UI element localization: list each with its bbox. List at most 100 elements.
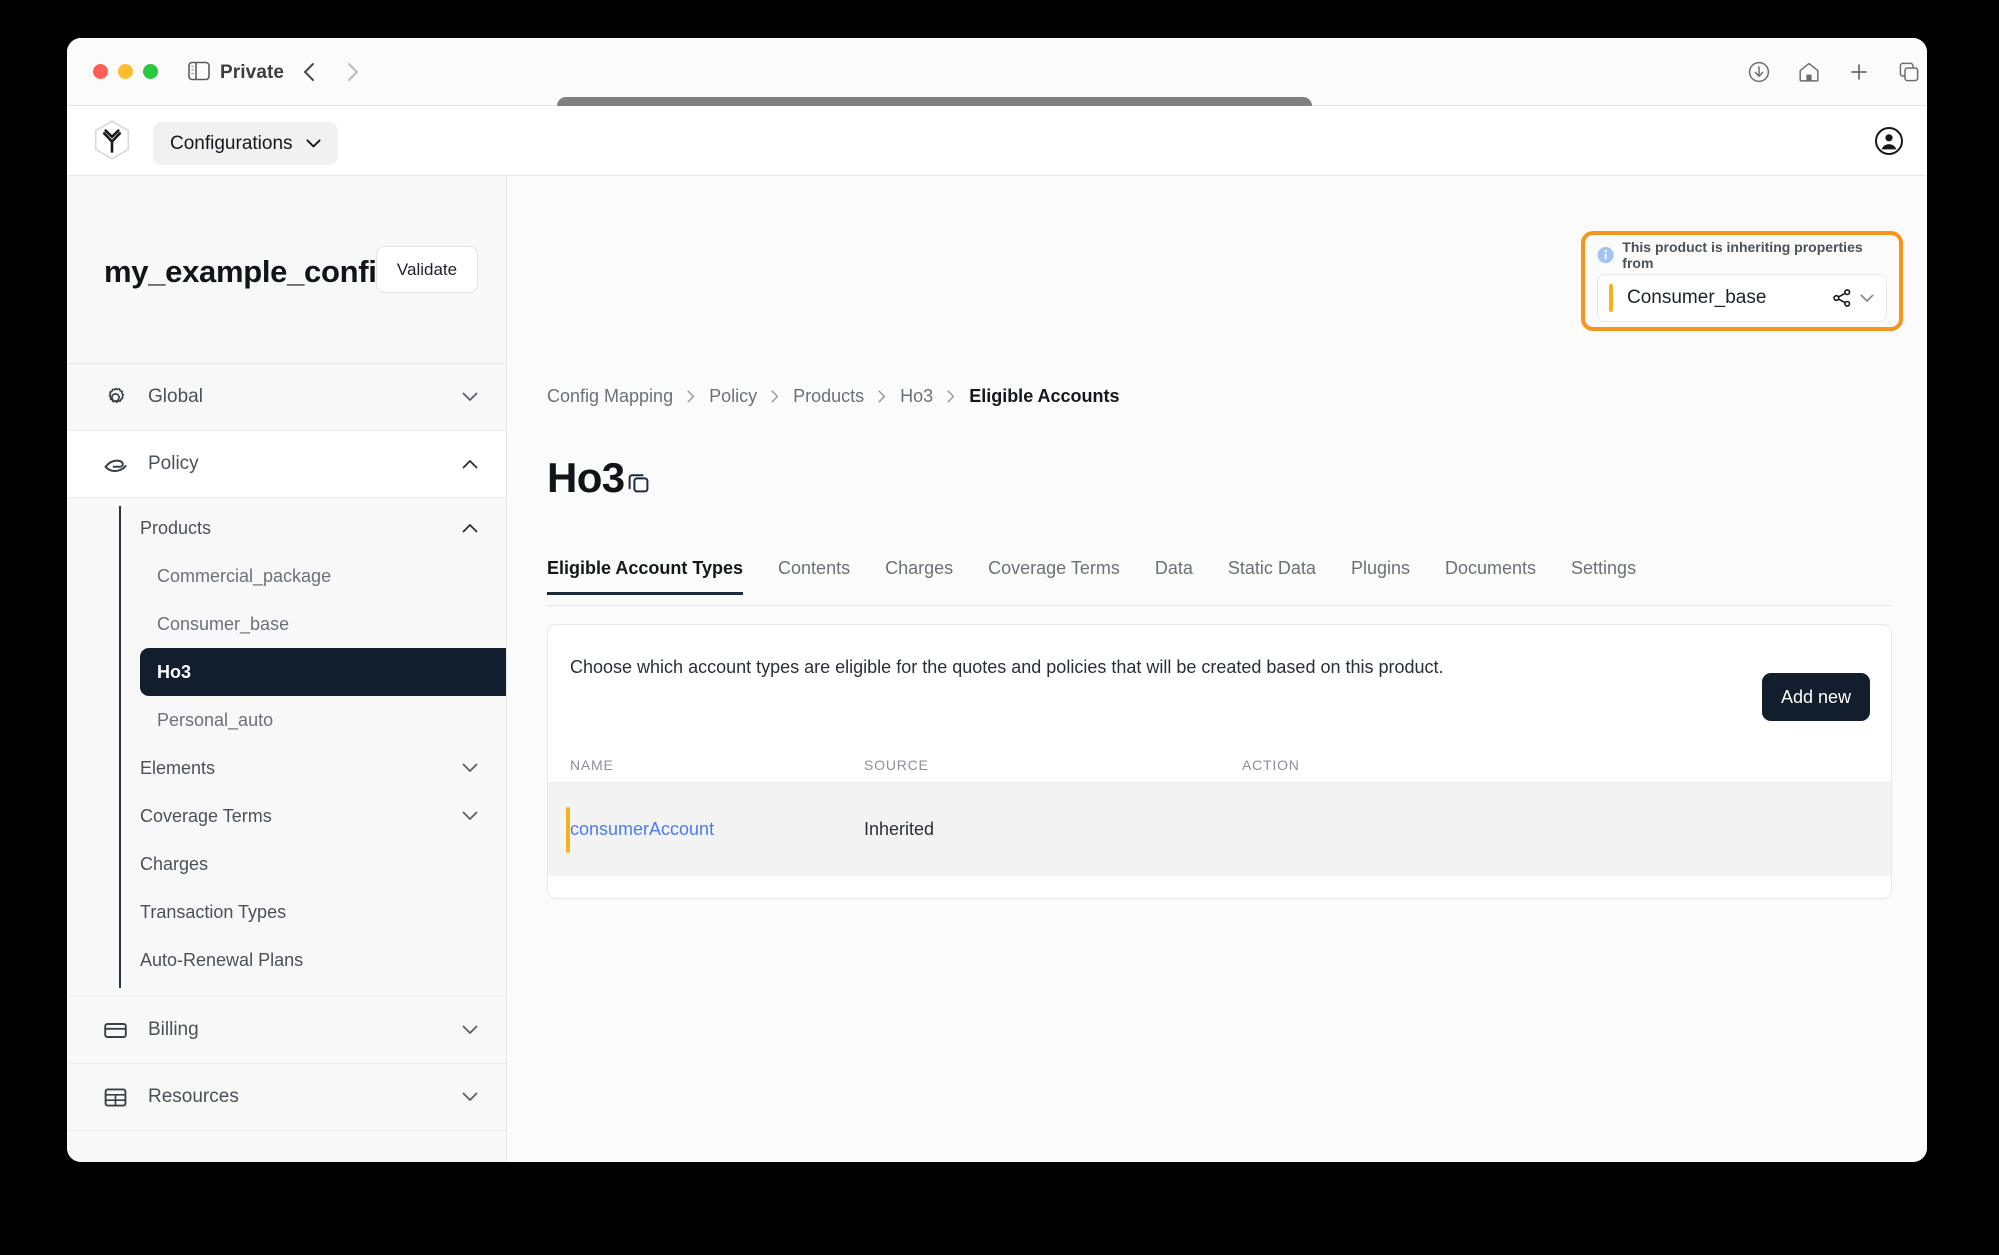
tab-contents[interactable]: Contents: [778, 558, 850, 595]
configurations-dropdown-button[interactable]: Configurations: [153, 122, 338, 165]
hand-policy-icon: [104, 459, 127, 472]
socotra-logo-icon[interactable]: [89, 118, 135, 164]
sidebar-item-coverage-terms[interactable]: Coverage Terms: [119, 792, 506, 840]
sidebar-item-consumer-base[interactable]: Consumer_base: [140, 600, 506, 648]
sidebar-item-label: Products: [140, 517, 212, 538]
chevron-down-icon: [462, 392, 478, 401]
download-icon[interactable]: [1747, 60, 1771, 84]
sidebar-item-auto-renewal-plans[interactable]: Auto-Renewal Plans: [119, 936, 506, 984]
sidebar-item-label: Commercial_package: [157, 565, 332, 586]
minimize-window-button[interactable]: [118, 64, 133, 79]
back-button[interactable]: [299, 60, 321, 84]
tab-eligible-account-types[interactable]: Eligible Account Types: [547, 558, 744, 595]
sidebar-item-personal-auto[interactable]: Personal_auto: [140, 696, 506, 744]
sidebar-item-label: Auto-Renewal Plans: [140, 949, 304, 970]
inherited-from-dropdown[interactable]: Consumer_base: [1597, 274, 1887, 322]
chevron-down-icon[interactable]: [1860, 293, 1874, 303]
page-title: Ho3: [547, 454, 625, 501]
sidebar-toggle-icon[interactable]: [188, 61, 210, 81]
column-header-action: ACTION: [1242, 756, 1300, 773]
chevron-down-icon: [305, 139, 321, 148]
sidebar-item-label: Ho3: [157, 661, 192, 682]
inheritance-note-text: This product is inheriting properties fr…: [1622, 239, 1863, 271]
app-top-bar: Configurations: [67, 106, 1927, 176]
sidebar-section-label: Policy: [148, 453, 199, 474]
forward-button[interactable]: [341, 60, 363, 84]
tab-static-data[interactable]: Static Data: [1228, 558, 1316, 595]
sidebar-section-global[interactable]: Global: [67, 364, 506, 431]
breadcrumb-item-policy[interactable]: Policy: [709, 386, 757, 407]
chevron-right-icon: [687, 390, 695, 403]
app-body: my_example_config Validate Global Policy…: [67, 176, 1927, 1162]
subtree-rule: [119, 506, 121, 988]
sidebar-item-commercial-package[interactable]: Commercial_package: [140, 552, 506, 600]
tab-data[interactable]: Data: [1155, 558, 1193, 595]
sidebar-item-label: Consumer_base: [157, 613, 290, 634]
breadcrumb-item-products[interactable]: Products: [793, 386, 864, 407]
row-accent-bar: [566, 807, 570, 853]
tab-charges[interactable]: Charges: [885, 558, 953, 595]
tab-plugins[interactable]: Plugins: [1351, 558, 1410, 595]
sidebar-item-charges[interactable]: Charges: [119, 840, 506, 888]
tab-settings[interactable]: Settings: [1571, 558, 1636, 595]
share-network-icon[interactable]: [1832, 288, 1852, 308]
account-circle-icon[interactable]: [1874, 126, 1904, 156]
chevron-down-icon: [462, 811, 478, 820]
column-header-source: SOURCE: [864, 756, 929, 773]
tab-overview-icon[interactable]: [1897, 60, 1921, 84]
sidebar-item-transaction-types[interactable]: Transaction Types: [119, 888, 506, 936]
sidebar-section-billing[interactable]: Billing: [67, 997, 506, 1064]
sidebar-section-label: Global: [148, 386, 203, 407]
column-header-name: NAME: [570, 756, 614, 773]
inherit-accent-bar: [1609, 284, 1613, 312]
sidebar-item-label: Elements: [140, 757, 216, 778]
cell-source: Inherited: [864, 819, 935, 839]
eligible-account-types-card: Choose which account types are eligible …: [547, 624, 1892, 899]
sidebar-item-label: Charges: [140, 853, 209, 874]
configurations-label: Configurations: [170, 132, 293, 154]
sidebar-item-label: Personal_auto: [157, 709, 274, 730]
add-new-button[interactable]: Add new: [1762, 673, 1870, 721]
eligible-accounts-table: NAME SOURCE ACTION consumerAccount Inher…: [548, 747, 1891, 876]
chevron-down-icon: [462, 1092, 478, 1101]
table-row[interactable]: consumerAccount Inherited: [548, 783, 1891, 876]
window-controls: [93, 64, 158, 79]
chevron-up-icon: [462, 524, 478, 533]
breadcrumb: Config Mapping Policy Products Ho3 Eligi…: [547, 386, 1120, 407]
breadcrumb-item-config-mapping[interactable]: Config Mapping: [547, 386, 673, 407]
policy-subtree: Products Commercial_package Consumer_bas…: [67, 498, 506, 997]
sidebar-item-products[interactable]: Products: [119, 504, 506, 552]
sidebar-item-elements[interactable]: Elements: [119, 744, 506, 792]
tab-documents[interactable]: Documents: [1445, 558, 1536, 595]
private-mode-label: Private: [220, 62, 285, 83]
browser-toolbar: Private ui-ec-sandbox.socotra.com: [67, 38, 1927, 134]
validate-button[interactable]: Validate: [376, 246, 478, 293]
config-name: my_example_config: [104, 254, 396, 289]
inheritance-callout: This product is inheriting properties fr…: [1581, 231, 1903, 331]
sidebar-section-policy[interactable]: Policy: [67, 431, 506, 498]
card-description: Choose which account types are eligible …: [570, 657, 1444, 677]
chevron-right-icon: [947, 390, 955, 403]
sidebar-item-label: Transaction Types: [140, 901, 287, 922]
gear-icon: [108, 387, 125, 403]
copy-icon[interactable]: [626, 470, 651, 495]
tab-coverage-terms[interactable]: Coverage Terms: [988, 558, 1120, 595]
main-content: Config Mapping Policy Products Ho3 Eligi…: [507, 176, 1927, 1162]
sidebar-item-label: Coverage Terms: [140, 805, 272, 826]
breadcrumb-item-ho3[interactable]: Ho3: [900, 386, 933, 407]
new-tab-icon[interactable]: [1847, 60, 1871, 84]
sidebar-item-ho3[interactable]: Ho3: [140, 648, 506, 696]
table-grid-icon: [104, 1087, 127, 1107]
tab-bar: Eligible Account Types Contents Charges …: [547, 558, 1892, 606]
inheritance-note: This product is inheriting properties fr…: [1597, 239, 1887, 271]
chevron-down-icon: [462, 1025, 478, 1034]
close-window-button[interactable]: [93, 64, 108, 79]
maximize-window-button[interactable]: [143, 64, 158, 79]
sidebar-section-resources[interactable]: Resources: [67, 1064, 506, 1131]
chevron-right-icon: [771, 390, 779, 403]
sidebar: my_example_config Validate Global Policy…: [67, 176, 507, 1162]
home-icon[interactable]: [1797, 60, 1821, 84]
cell-name[interactable]: consumerAccount: [570, 819, 864, 840]
config-header: my_example_config Validate: [67, 176, 506, 364]
breadcrumb-item-eligible-accounts: Eligible Accounts: [969, 386, 1120, 406]
